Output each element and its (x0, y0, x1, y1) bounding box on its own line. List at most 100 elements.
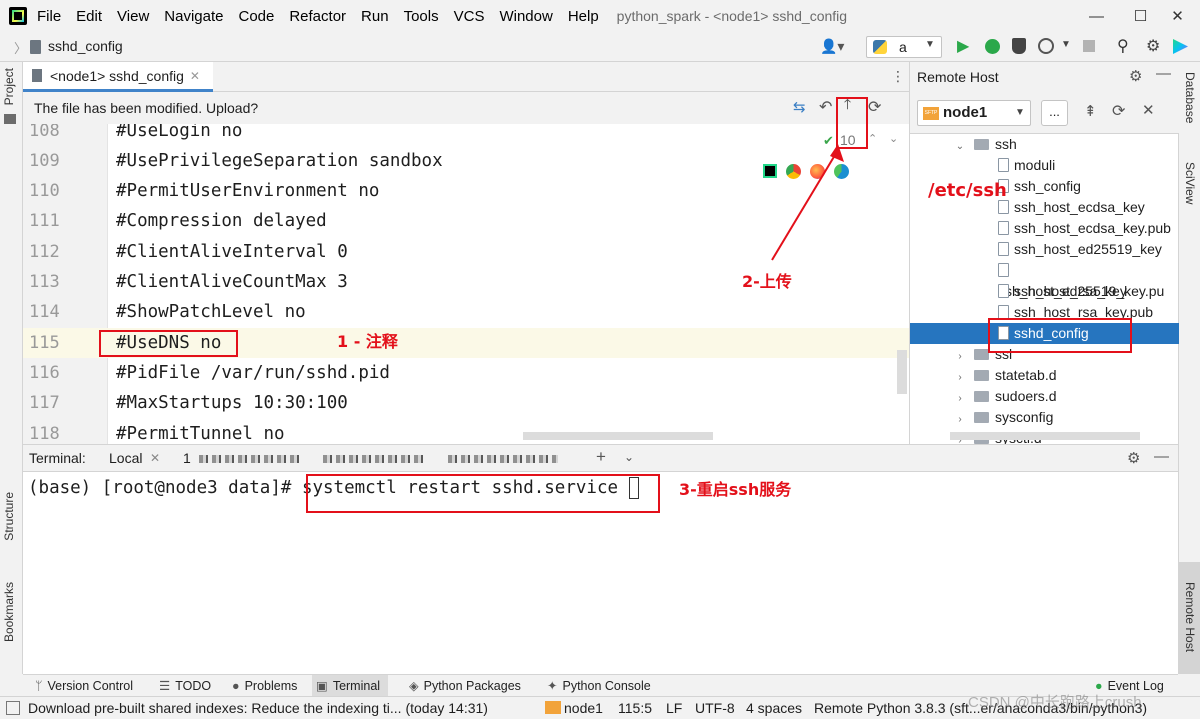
pycharm-logo-icon[interactable] (9, 7, 27, 25)
code-line: 118 #PermitTunnel no (23, 419, 909, 444)
status-message[interactable]: Download pre-built shared indexes: Reduc… (28, 697, 488, 719)
status-line-separator[interactable]: LF (666, 697, 682, 719)
chevron-down-icon[interactable]: ⌄ (624, 450, 634, 464)
minimize-button[interactable]: — (1074, 0, 1119, 32)
revert-icon[interactable]: ↶ (819, 97, 832, 117)
status-icon (6, 701, 20, 715)
refresh-icon[interactable]: ⟳ (1112, 101, 1125, 121)
stop-icon[interactable] (1083, 40, 1095, 52)
tab-sciview[interactable]: SciView (1183, 162, 1197, 204)
toolbox-icon[interactable] (1173, 39, 1188, 54)
menu-help[interactable]: Help (568, 8, 599, 25)
python-console-icon: ✦ (547, 679, 558, 693)
menu-vcs[interactable]: VCS (454, 8, 485, 25)
breadcrumb[interactable]: sshd_config (48, 38, 123, 54)
status-host[interactable]: node1 (564, 697, 603, 719)
tab-database[interactable]: Database (1183, 72, 1197, 123)
editor-horizontal-scrollbar[interactable] (523, 432, 713, 440)
close-icon[interactable]: ✕ (1142, 101, 1155, 119)
tree-folder[interactable]: › statetab.d (910, 365, 1179, 386)
terminal-tab-second[interactable]: 1 (183, 450, 191, 466)
tab-terminal[interactable]: ▣ Terminal (312, 675, 389, 697)
more-options-icon[interactable]: ⋮ (891, 68, 905, 85)
menu-code[interactable]: Code (238, 8, 274, 25)
tab-project[interactable]: Project (2, 68, 16, 105)
hide-panel-icon[interactable]: — (1156, 65, 1171, 82)
menu-window[interactable]: Window (499, 8, 552, 25)
tab-python-packages[interactable]: ◈ Python Packages (409, 675, 521, 697)
terminal-icon: ▣ (316, 679, 328, 693)
hide-panel-icon[interactable]: — (1154, 448, 1169, 465)
settings-gear-icon[interactable]: ⚙ (1127, 449, 1140, 467)
tab-problems[interactable]: ● Problems (232, 675, 297, 697)
tree-file[interactable]: ssh_host_ed25519_key.pu (910, 260, 1179, 299)
tab-todo[interactable]: ☰ TODO (159, 675, 211, 697)
settings-gear-icon[interactable]: ⚙ (1146, 36, 1160, 56)
previous-highlight-icon[interactable]: ⌃ (868, 132, 877, 145)
line-number: 117 (29, 393, 60, 413)
next-highlight-icon[interactable]: ⌄ (889, 132, 898, 145)
menu-file[interactable]: File (37, 8, 61, 25)
info-icon: ● (232, 679, 240, 693)
code-text: #PidFile /var/run/sshd.pid (116, 363, 390, 383)
code-text: #ClientAliveInterval 0 (116, 242, 348, 262)
search-icon[interactable]: ⚲ (1117, 36, 1129, 56)
tab-version-control[interactable]: ᛘ Version Control (35, 675, 133, 697)
status-encoding[interactable]: UTF-8 (695, 697, 735, 719)
compare-icon[interactable]: ⇆ (793, 98, 806, 116)
status-position[interactable]: 115:5 (618, 697, 652, 719)
line-number: 112 (29, 242, 60, 262)
terminal-tab-local[interactable]: Local (109, 450, 142, 466)
menu-navigate[interactable]: Navigate (164, 8, 223, 25)
close-tab-icon[interactable]: ✕ (150, 451, 160, 465)
tab-bookmarks[interactable]: Bookmarks (2, 582, 16, 642)
close-window-button[interactable]: ✕ (1155, 0, 1200, 32)
settings-gear-icon[interactable]: ⚙ (1129, 67, 1142, 85)
user-icon[interactable]: 👤▾ (820, 38, 844, 55)
server-name: node1 (943, 104, 988, 121)
tree-label: ssh_host_ed25519_key (1014, 241, 1162, 257)
remote-host-toolbar: SFTP node1 ▼ ... ⇞ ⟳ ✕ (910, 92, 1179, 134)
folder-icon (974, 348, 989, 360)
code-text: #UsePrivilegeSeparation sandbox (116, 151, 443, 171)
menu-view[interactable]: View (117, 8, 149, 25)
file-icon (998, 158, 1009, 173)
annotation-step3: 3-重启ssh服务 (679, 480, 792, 499)
add-tab-icon[interactable]: + (596, 447, 606, 467)
run-icon[interactable]: ▶ (957, 36, 969, 56)
debug-icon[interactable] (985, 39, 1000, 54)
tab-remote-host[interactable]: Remote Host (1183, 582, 1197, 652)
tree-file[interactable]: moduli (910, 155, 1179, 176)
tab-label: Python Console (562, 679, 651, 693)
editor-tab-sshd-config[interactable]: <node1> sshd_config ✕ (23, 62, 213, 92)
run-config-label: a (899, 39, 907, 55)
run-config-select[interactable]: a ▼ (866, 36, 942, 58)
status-indent[interactable]: 4 spaces (746, 697, 802, 719)
menu-refactor[interactable]: Refactor (289, 8, 346, 25)
tree-file[interactable]: ssh_host_ecdsa_key.pub (910, 218, 1179, 239)
tree-file[interactable]: ssh_host_rsa_key (910, 281, 1179, 302)
more-run-chevron-icon[interactable]: ▼ (1061, 39, 1071, 50)
coverage-icon[interactable] (1012, 38, 1026, 54)
menu-run[interactable]: Run (361, 8, 389, 25)
tree-file[interactable]: ssh_host_ed25519_key (910, 239, 1179, 260)
branch-icon: ᛘ (35, 679, 43, 693)
collapse-all-icon[interactable]: ⇞ (1084, 102, 1097, 120)
tab-python-console[interactable]: ✦ Python Console (547, 675, 651, 697)
python-icon (873, 40, 887, 54)
editor-tab-label: <node1> sshd_config (50, 67, 184, 84)
browse-button[interactable]: ... (1041, 100, 1068, 126)
tab-structure[interactable]: Structure (2, 492, 16, 541)
editor-vertical-scrollbar[interactable] (897, 350, 907, 394)
menu-tools[interactable]: Tools (404, 8, 439, 25)
tree-horizontal-scrollbar[interactable] (950, 432, 1140, 440)
tree-folder[interactable]: › sysconfig (910, 407, 1179, 428)
reload-icon[interactable]: ⟳ (868, 97, 881, 117)
close-tab-icon[interactable]: ✕ (190, 69, 200, 83)
tree-folder-ssh[interactable]: ⌄ ssh (910, 134, 1179, 155)
tab-label: Version Control (47, 679, 133, 693)
server-select[interactable]: SFTP node1 ▼ (917, 100, 1031, 126)
profile-icon[interactable] (1038, 38, 1054, 54)
tree-folder[interactable]: › sudoers.d (910, 386, 1179, 407)
menu-edit[interactable]: Edit (76, 8, 102, 25)
